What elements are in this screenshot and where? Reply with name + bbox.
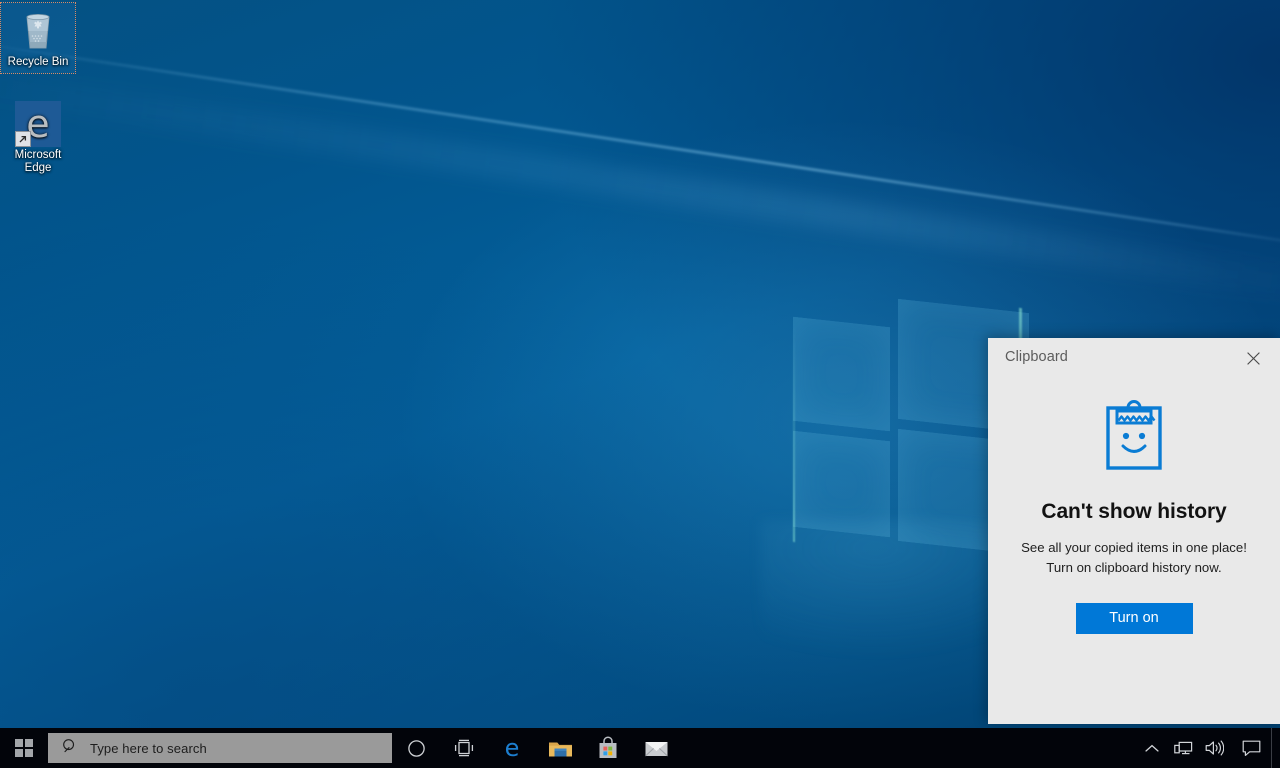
folder-icon [548, 738, 573, 759]
logo-glow-edge-left [793, 321, 795, 543]
wallpaper-light-ray-soft [0, 64, 1280, 307]
desktop-icon-microsoft-edge[interactable]: e Microsoft Edge [1, 96, 75, 179]
taskbar-button-mail[interactable] [632, 728, 680, 768]
tray-network[interactable] [1168, 728, 1199, 768]
network-monitor-icon [1174, 740, 1193, 756]
desktop-icon-recycle-bin[interactable]: Recycle Bin [0, 2, 76, 74]
show-desktop-button[interactable] [1271, 728, 1278, 768]
envelope-icon [644, 739, 669, 758]
speaker-icon [1205, 740, 1224, 756]
tray-volume[interactable] [1199, 728, 1230, 768]
clipboard-description-line2: Turn on clipboard history now. [1046, 559, 1222, 575]
desktop-icon-label-line1: Microsoft [14, 149, 62, 161]
search-input[interactable]: Type here to search [48, 733, 392, 763]
close-icon[interactable] [1233, 342, 1273, 374]
tray-show-hidden-icons[interactable] [1136, 728, 1168, 768]
tray-action-center[interactable] [1230, 728, 1271, 768]
clipboard-smiley-icon [1104, 396, 1164, 472]
taskbar-button-task-view[interactable] [440, 728, 488, 768]
shortcut-arrow-icon [15, 131, 31, 147]
logo-pane-top-left [793, 316, 890, 432]
windows-logo-icon [14, 738, 34, 758]
taskbar-button-microsoft-store[interactable] [584, 728, 632, 768]
search-placeholder: Type here to search [90, 740, 207, 756]
desktop-screen: Recycle Bin e Microsoft Edge Clipboard C… [0, 0, 1280, 768]
microsoft-edge-icon: e [14, 101, 62, 147]
clipboard-panel-header: Clipboard [988, 338, 1280, 380]
taskbar-button-file-explorer[interactable] [536, 728, 584, 768]
start-button[interactable] [0, 728, 48, 768]
clipboard-panel-title: Clipboard [1005, 349, 1068, 365]
clipboard-panel-body: Can't show history See all your copied i… [988, 380, 1280, 634]
clipboard-panel: Clipboard Can't show history See all you… [988, 338, 1280, 724]
svg-text:e: e [505, 735, 520, 761]
edge-icon: e [499, 735, 525, 761]
store-bag-icon [597, 736, 619, 760]
taskbar-button-cortana[interactable] [392, 728, 440, 768]
clipboard-empty-description: See all your copied items in one place! … [999, 538, 1269, 577]
taskbar: Type here to search e [0, 728, 1280, 768]
circle-icon [407, 739, 426, 758]
task-view-icon [453, 739, 475, 757]
system-tray [1136, 728, 1280, 768]
desktop-icon-label-line2: Edge [24, 162, 52, 174]
wallpaper-light-ray [0, 36, 1280, 252]
desktop-icon-label: Recycle Bin [7, 56, 69, 68]
taskbar-button-microsoft-edge[interactable]: e [488, 728, 536, 768]
recycle-bin-icon [14, 8, 62, 52]
clipboard-description-line1: See all your copied items in one place! [1021, 540, 1247, 555]
clipboard-empty-heading: Can't show history [1041, 500, 1227, 523]
turn-on-button[interactable]: Turn on [1075, 603, 1193, 634]
logo-pane-bottom-left [793, 430, 890, 538]
search-icon [62, 738, 78, 759]
chevron-up-icon [1145, 744, 1159, 753]
speech-bubble-icon [1242, 740, 1261, 757]
